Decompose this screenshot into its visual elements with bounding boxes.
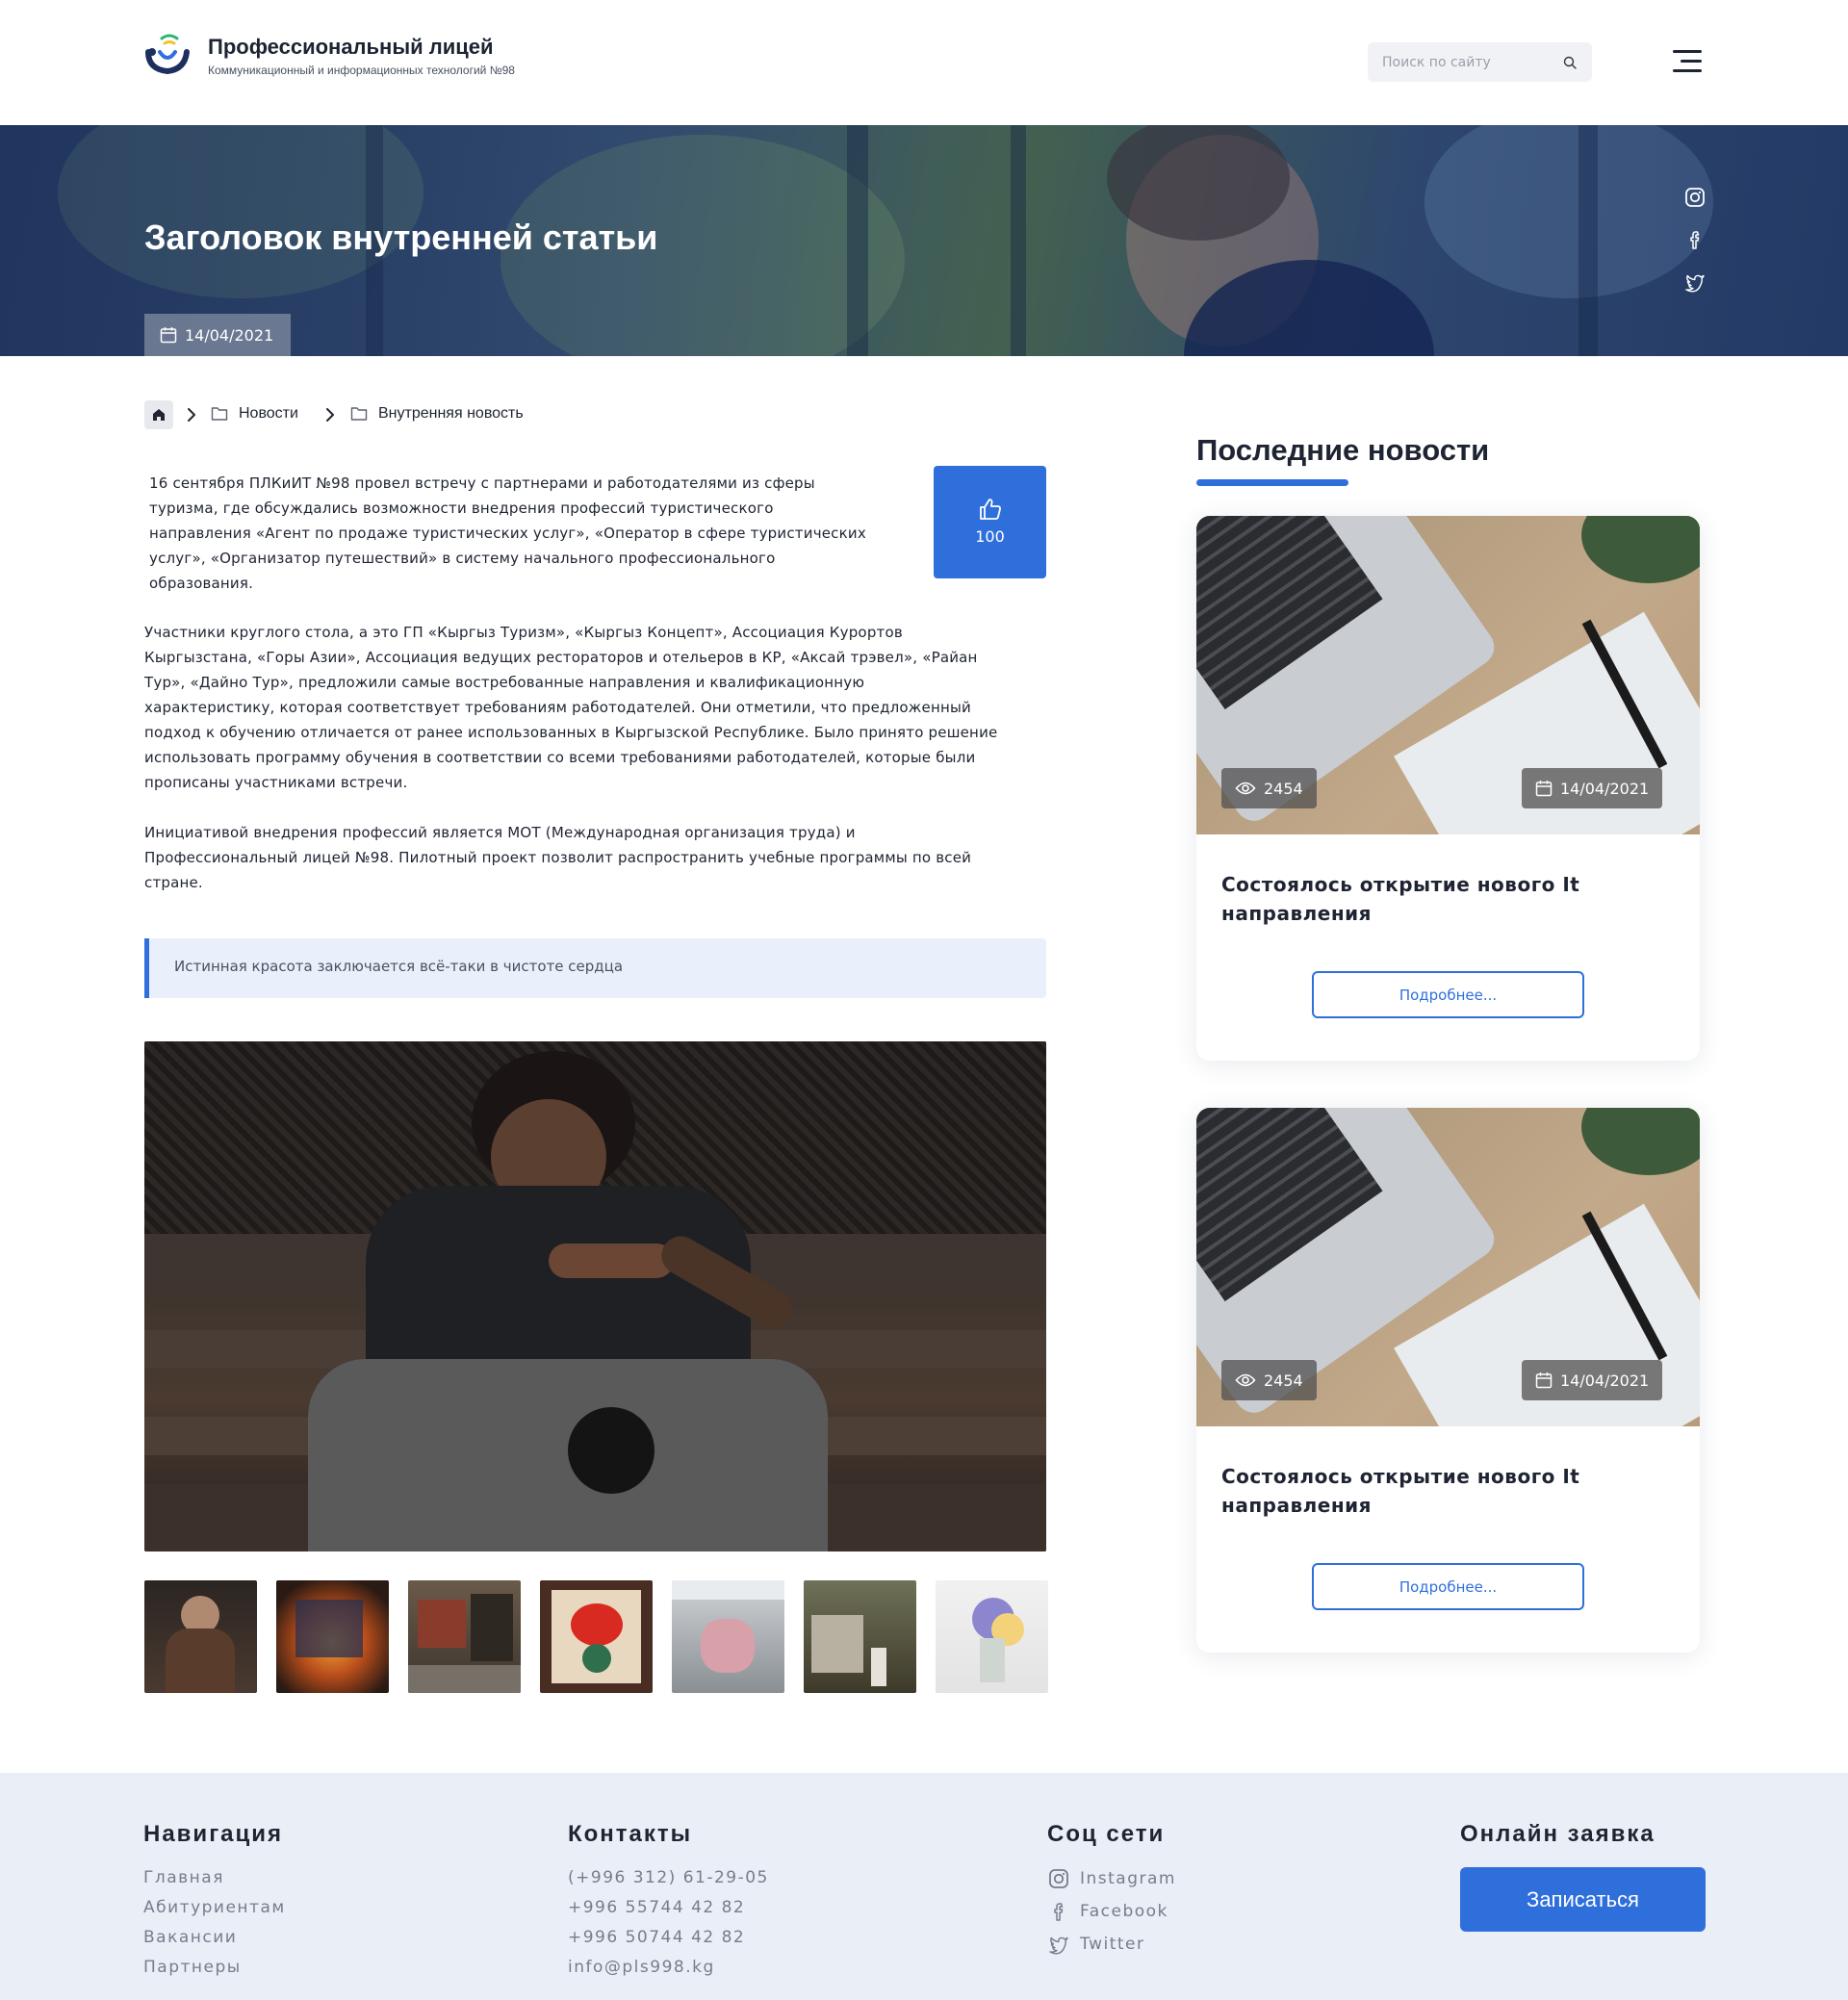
footer-email[interactable]: info@pls998.kg (568, 1958, 715, 1977)
read-more-button[interactable]: Подробнее... (1312, 1563, 1584, 1610)
chevron-right-icon (326, 408, 334, 422)
brand-subtitle: Коммуникационный и информационных технол… (208, 64, 515, 77)
news-card: 2454 14/04/2021 Состоялось открытие ново… (1196, 1108, 1700, 1653)
footer-apply-title: Онлайн заявка (1460, 1821, 1656, 1847)
news-card-title[interactable]: Состоялось открытие нового It направлени… (1221, 870, 1674, 928)
gallery-thumbnail[interactable] (936, 1580, 1048, 1693)
twitter-icon[interactable] (1684, 271, 1706, 293)
gallery-thumbnail[interactable] (672, 1580, 784, 1693)
like-count: 100 (975, 527, 1005, 546)
eye-icon (1235, 782, 1256, 795)
breadcrumb-item-news[interactable]: Новости (239, 405, 298, 423)
sidebar-title-underline (1196, 479, 1348, 486)
thumbs-up-icon (980, 499, 1001, 520)
breadcrumb-home[interactable] (144, 400, 173, 429)
instagram-icon[interactable] (1048, 1868, 1069, 1889)
news-card-views: 2454 (1221, 1360, 1317, 1400)
article-date: 14/04/2021 (144, 314, 291, 356)
search-box (1368, 42, 1592, 82)
facebook-icon[interactable] (1048, 1901, 1069, 1922)
news-card-date-text: 14/04/2021 (1560, 1371, 1650, 1390)
footer-social-twitter[interactable]: Twitter (1080, 1935, 1144, 1954)
gallery-thumbnail[interactable] (276, 1580, 389, 1693)
footer-social-facebook[interactable]: Facebook (1080, 1902, 1168, 1921)
footer-link-home[interactable]: Главная (143, 1868, 224, 1887)
gallery-thumbnail[interactable] (540, 1580, 653, 1693)
hero-banner: Заголовок внутренней статьи 14/04/2021 (0, 125, 1848, 356)
facebook-icon[interactable] (1684, 229, 1706, 250)
like-button[interactable]: 100 (934, 466, 1046, 578)
folder-icon (211, 407, 228, 421)
read-more-button[interactable]: Подробнее... (1312, 971, 1584, 1018)
gallery-thumbnail[interactable] (804, 1580, 916, 1693)
footer-link-partners[interactable]: Партнеры (143, 1958, 242, 1977)
footer-contacts-title: Контакты (568, 1821, 693, 1847)
news-card: 2454 14/04/2021 Состоялось открытие ново… (1196, 516, 1700, 1061)
news-card-views: 2454 (1221, 768, 1317, 808)
article-main-photo[interactable] (144, 1041, 1046, 1551)
footer-social-title: Соц сети (1047, 1821, 1166, 1847)
news-card-date: 14/04/2021 (1522, 768, 1663, 808)
search-icon[interactable] (1563, 56, 1577, 69)
article-quote: Истинная красота заключается всё-таки в … (144, 938, 1046, 998)
footer-link-applicants[interactable]: Абитуриентам (143, 1898, 286, 1917)
eye-icon (1235, 1373, 1256, 1387)
logo-icon[interactable] (142, 31, 196, 81)
breadcrumb-item-current: Внутренняя новость (378, 405, 524, 422)
article-paragraph-2: Участники круглого стола, а это ГП «Кырг… (144, 624, 998, 791)
article-date-text: 14/04/2021 (185, 325, 274, 345)
search-input[interactable] (1382, 42, 1555, 82)
news-card-title[interactable]: Состоялось открытие нового It направлени… (1221, 1462, 1674, 1520)
twitter-icon[interactable] (1048, 1934, 1069, 1955)
footer-nav-title: Навигация (143, 1821, 284, 1847)
footer-phone-3[interactable]: +996 50744 42 82 (568, 1928, 745, 1947)
chevron-right-icon (188, 408, 195, 422)
article-title: Заголовок внутренней статьи (144, 218, 658, 257)
calendar-icon (1535, 781, 1553, 797)
footer-phone-2[interactable]: +996 55744 42 82 (568, 1898, 745, 1917)
menu-icon[interactable] (1673, 50, 1702, 73)
gallery-thumbnail[interactable] (408, 1580, 521, 1693)
news-card-views-count: 2454 (1264, 779, 1303, 798)
site-footer: Навигация Главная Абитуриентам Вакансии … (0, 1773, 1848, 2000)
news-card-date: 14/04/2021 (1522, 1360, 1663, 1400)
footer-phone-1[interactable]: (+996 312) 61-29-05 (568, 1868, 769, 1887)
news-card-date-text: 14/04/2021 (1560, 779, 1650, 798)
footer-social-instagram[interactable]: Instagram (1080, 1869, 1176, 1888)
sidebar-title: Последние новости (1196, 433, 1490, 467)
quote-text: Истинная красота заключается всё-таки в … (174, 958, 624, 975)
site-header: Профессиональный лицей Коммуникационный … (0, 0, 1848, 125)
calendar-icon (1535, 1372, 1553, 1389)
calendar-icon (160, 327, 177, 344)
folder-icon (350, 407, 368, 421)
article-paragraph-1: 16 сентября ПЛКиИТ №98 провел встречу с … (149, 474, 866, 592)
news-card-views-count: 2454 (1264, 1371, 1303, 1390)
home-icon (153, 409, 165, 421)
footer-link-vacancies[interactable]: Вакансии (143, 1928, 237, 1947)
instagram-icon[interactable] (1684, 187, 1706, 208)
brand-title[interactable]: Профессиональный лицей (208, 35, 494, 60)
apply-button[interactable]: Записаться (1460, 1867, 1706, 1932)
gallery-thumbnail[interactable] (144, 1580, 257, 1693)
article-paragraph-3: Инициативой внедрения профессий является… (144, 824, 972, 891)
